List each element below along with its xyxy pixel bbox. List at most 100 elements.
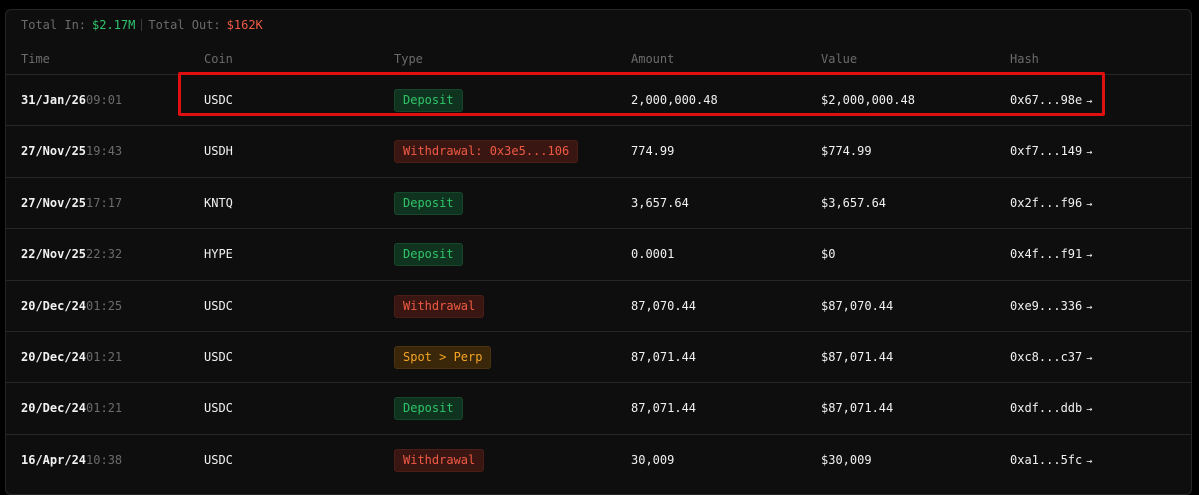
column-header-coin: Coin	[204, 52, 233, 66]
row-hash[interactable]: 0xc8...c37 →	[1010, 332, 1092, 383]
row-hash[interactable]: 0x2f...f96 →	[1010, 178, 1092, 229]
hash-link[interactable]: 0xf7...149	[1010, 144, 1082, 158]
row-amount: 87,070.44	[631, 298, 697, 313]
row-value: $2,000,000.48	[821, 93, 915, 107]
row-type: Deposit	[394, 383, 463, 434]
row-clock: 09:01	[86, 93, 123, 107]
type-badge: Withdrawal: 0x3e5...106	[394, 140, 579, 164]
row-clock: 01:25	[86, 298, 123, 313]
row-date: 31/Jan/26	[21, 93, 87, 107]
row-type: Deposit	[394, 178, 463, 229]
hash-link[interactable]: 0xc8...c37	[1010, 350, 1082, 364]
column-header-type: Type	[394, 52, 423, 66]
row-value: $3,657.64	[821, 195, 887, 210]
row-type: Withdrawal	[394, 281, 485, 332]
row-hash[interactable]: 0x4f...f91 →	[1010, 229, 1092, 280]
column-header-amount: Amount	[631, 52, 675, 66]
row-date: 27/Nov/25	[21, 195, 87, 210]
column-header-hash: Hash	[1010, 52, 1039, 66]
row-type: Spot > Perp	[394, 332, 492, 383]
row-amount: 87,071.44	[631, 401, 697, 416]
type-badge: Deposit	[394, 397, 463, 421]
row-time: 20/Dec/2401:21	[21, 332, 122, 383]
row-date: 20/Dec/24	[21, 350, 87, 364]
row-amount: 0.0001	[631, 247, 675, 262]
row-hash[interactable]: 0xf7...149 →	[1010, 126, 1092, 177]
total-out-label: Total Out:	[148, 18, 221, 32]
row-amount: 3,657.64	[631, 195, 689, 210]
table-row[interactable]: 22/Nov/2522:32 HYPE Deposit 0.0001 $0 0x4f...…	[6, 228, 1191, 280]
external-arrow-icon[interactable]: →	[1086, 353, 1092, 364]
table-row[interactable]: 27/Nov/2519:43 USDH Withdrawal: 0x3e5...10…	[6, 125, 1191, 177]
row-hash[interactable]: 0xdf...ddb →	[1010, 383, 1092, 434]
column-header-time: Time	[21, 52, 50, 66]
row-hash[interactable]: 0xe9...336 →	[1010, 281, 1092, 332]
row-date: 20/Dec/24	[21, 298, 87, 313]
table-row[interactable]: 27/Nov/2517:17 KNTQ Deposit 3,657.64 $3,657.…	[6, 176, 1191, 229]
type-badge: Deposit	[394, 89, 463, 112]
row-clock: 22:32	[86, 247, 123, 262]
row-type: Deposit	[394, 75, 463, 126]
row-time: 16/Apr/2410:38	[21, 435, 122, 486]
row-coin: HYPE	[204, 247, 233, 262]
column-header-value: Value	[821, 52, 858, 66]
row-time: 27/Nov/2517:17	[21, 178, 122, 229]
row-coin: USDC	[204, 452, 233, 467]
row-time: 31/Jan/2609:01	[21, 75, 122, 126]
row-clock: 17:17	[86, 195, 123, 210]
row-clock: 01:21	[86, 350, 123, 364]
row-coin: USDC	[204, 401, 233, 416]
hash-link[interactable]: 0x2f...f96	[1010, 196, 1082, 210]
external-arrow-icon[interactable]: →	[1086, 404, 1092, 415]
row-amount: 2,000,000.48	[631, 93, 718, 107]
type-badge: Deposit	[394, 191, 463, 215]
row-coin: USDC	[204, 298, 233, 313]
transfers-panel: Total In: $2.17M Total Out: $162K Time C…	[5, 9, 1192, 495]
hash-link[interactable]: 0xe9...336	[1010, 299, 1082, 313]
table-row[interactable]: 31/Jan/2609:01 USDC Deposit 2,000,000.48 $2,…	[6, 74, 1191, 126]
hash-link[interactable]: 0xdf...ddb	[1010, 401, 1082, 415]
table-row[interactable]: 20/Dec/2401:25 USDC Withdrawal 87,070.44 $87…	[6, 279, 1191, 332]
row-coin: USDC	[204, 93, 233, 107]
external-arrow-icon[interactable]: →	[1086, 199, 1092, 210]
hash-link[interactable]: 0x4f...f91	[1010, 247, 1082, 261]
row-value: $30,009	[821, 452, 872, 467]
row-coin: KNTQ	[204, 195, 233, 210]
row-clock: 19:43	[86, 144, 123, 159]
row-amount: 774.99	[631, 144, 675, 159]
row-clock: 01:21	[86, 401, 123, 416]
row-time: 20/Dec/2401:21	[21, 383, 122, 434]
table-row[interactable]: 20/Dec/2401:21 USDC Spot > Perp 87,071.44 $8…	[6, 331, 1191, 383]
total-in-value: $2.17M	[92, 18, 136, 32]
row-hash[interactable]: 0x67...98e →	[1010, 75, 1092, 126]
row-coin: USDH	[204, 144, 233, 159]
row-value: $87,070.44	[821, 298, 894, 313]
row-coin: USDC	[204, 350, 233, 364]
row-date: 16/Apr/24	[21, 452, 87, 467]
external-arrow-icon[interactable]: →	[1086, 456, 1092, 467]
external-arrow-icon[interactable]: →	[1086, 302, 1092, 313]
summary-divider	[141, 19, 143, 31]
row-value: $87,071.44	[821, 401, 894, 416]
external-arrow-icon[interactable]: →	[1086, 147, 1092, 158]
table-row[interactable]: 16/Apr/2410:38 USDC Withdrawal 30,009 $30,00…	[6, 433, 1191, 486]
row-value: $774.99	[821, 144, 872, 159]
row-date: 27/Nov/25	[21, 144, 87, 159]
totals-summary: Total In: $2.17M Total Out: $162K	[21, 17, 263, 33]
type-badge: Deposit	[394, 243, 463, 267]
type-badge: Spot > Perp	[394, 346, 492, 369]
external-arrow-icon[interactable]: →	[1086, 250, 1092, 261]
row-time: 22/Nov/2522:32	[21, 229, 122, 280]
row-type: Withdrawal: 0x3e5...106	[394, 126, 579, 177]
hash-link[interactable]: 0x67...98e	[1010, 93, 1082, 107]
row-time: 20/Dec/2401:25	[21, 281, 122, 332]
total-in-label: Total In:	[21, 18, 87, 32]
total-out-value: $162K	[226, 18, 263, 32]
table-row[interactable]: 20/Dec/2401:21 USDC Deposit 87,071.44 $87,07…	[6, 382, 1191, 434]
hash-link[interactable]: 0xa1...5fc	[1010, 453, 1082, 467]
row-date: 20/Dec/24	[21, 401, 87, 416]
row-hash[interactable]: 0xa1...5fc →	[1010, 435, 1092, 486]
row-type: Withdrawal	[394, 435, 485, 486]
row-date: 22/Nov/25	[21, 247, 87, 262]
external-arrow-icon[interactable]: →	[1086, 96, 1092, 107]
